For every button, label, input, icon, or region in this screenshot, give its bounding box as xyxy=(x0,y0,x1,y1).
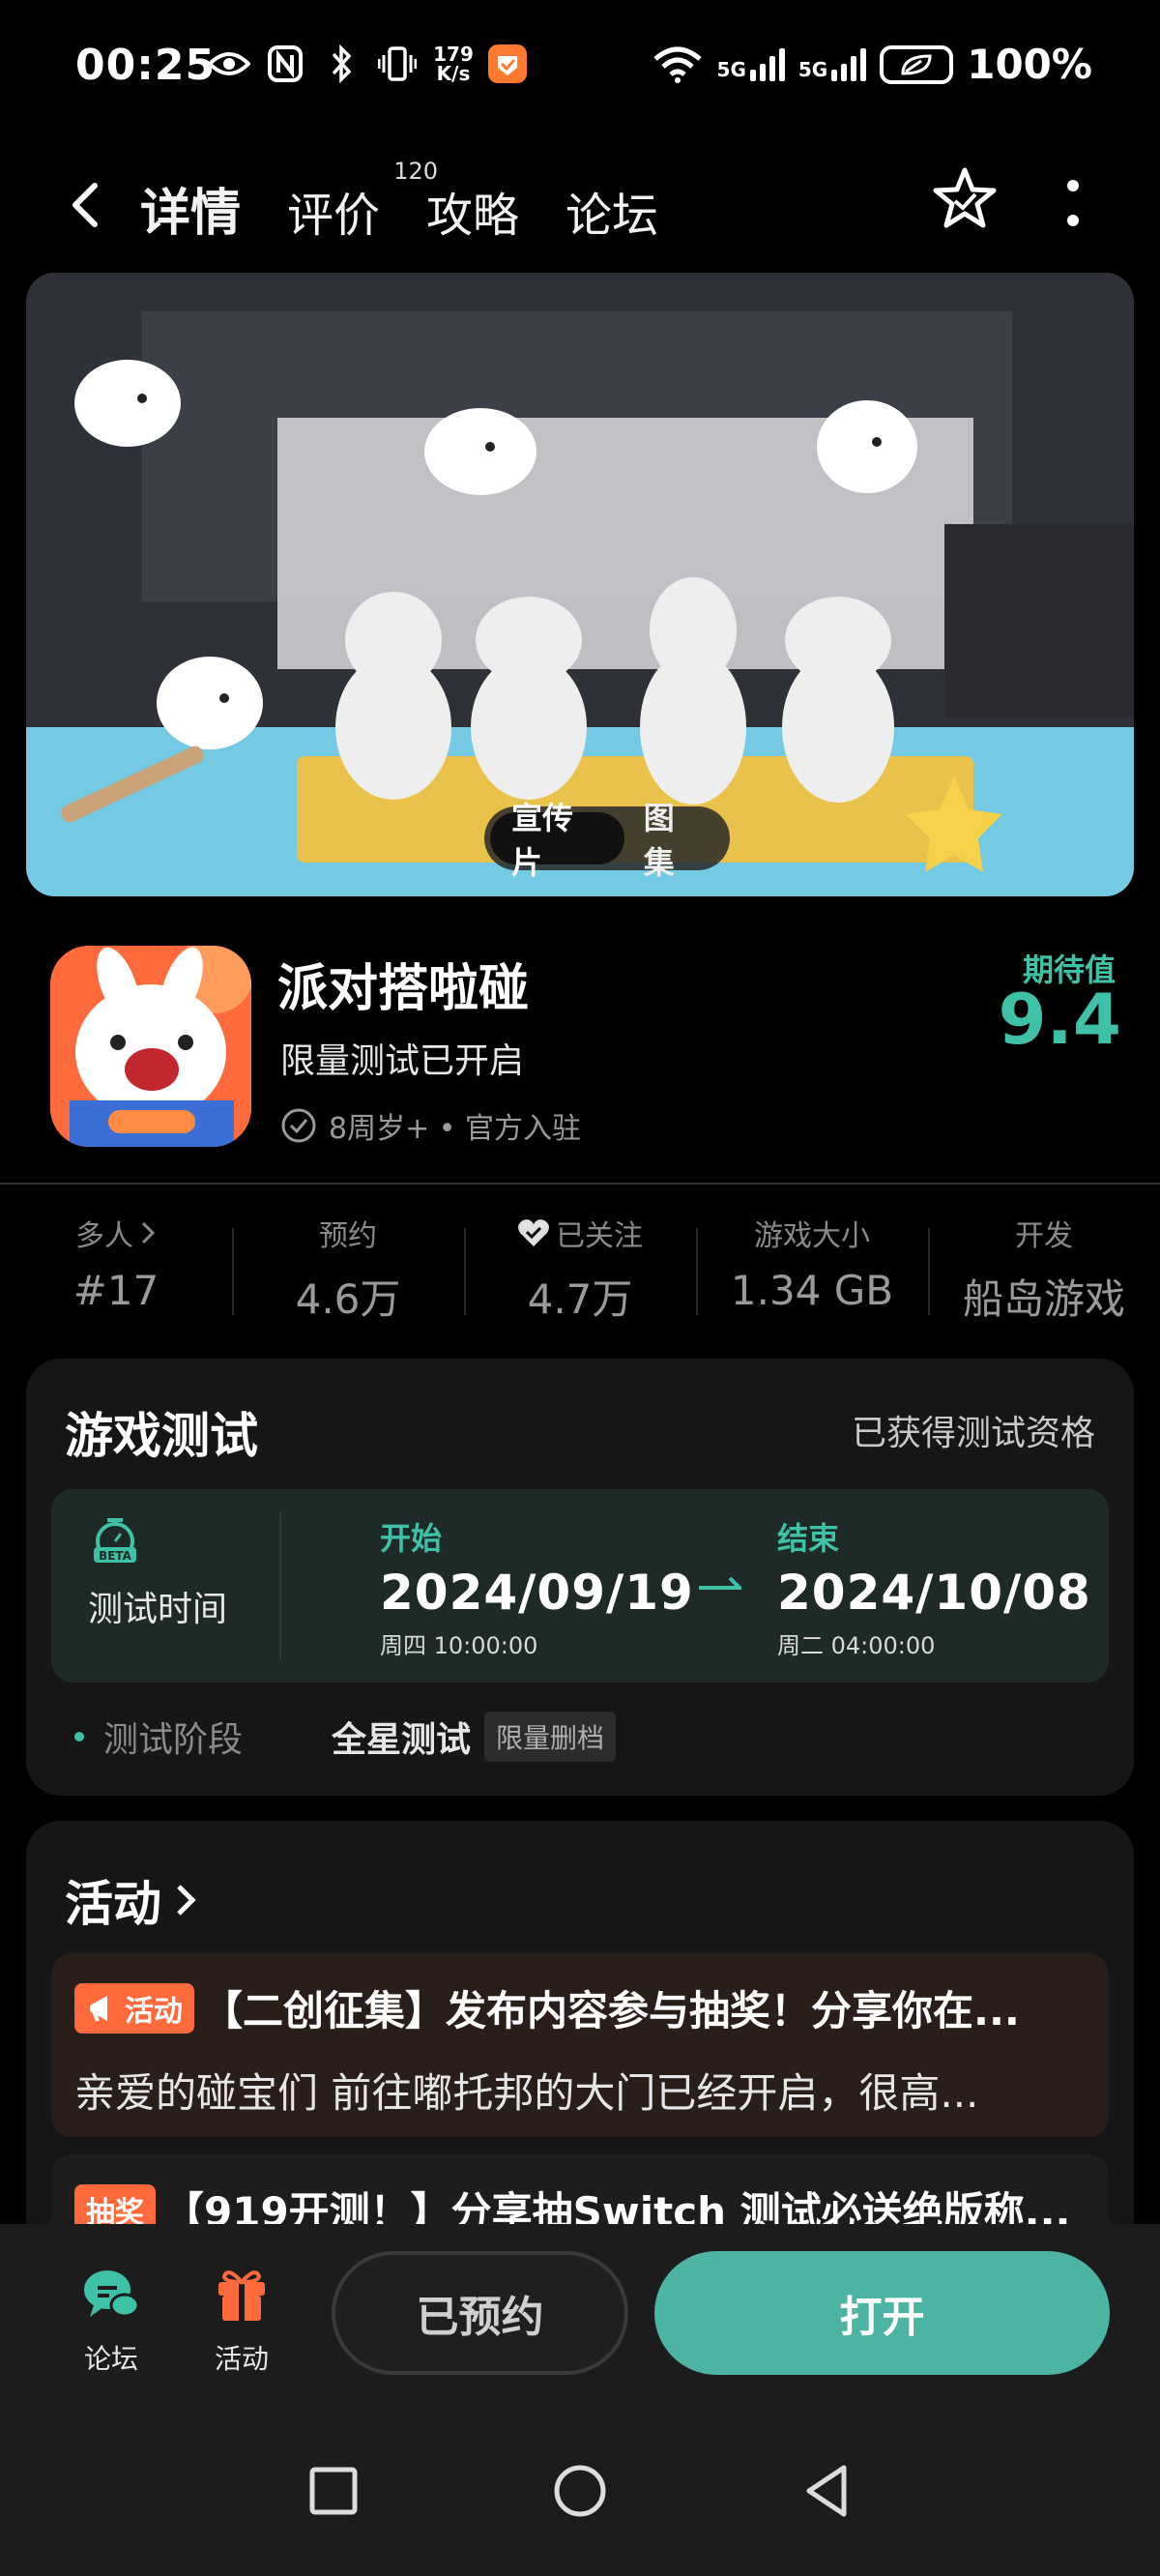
stat-reservations: 预约 4.6万 xyxy=(232,1209,464,1325)
stat-label: 已关注 xyxy=(556,1219,643,1253)
vibrate-icon xyxy=(376,44,419,83)
stat-label: 多人 xyxy=(75,1219,133,1253)
status-icons-right: 5G 5G 100% xyxy=(652,41,1092,88)
verified-check-icon xyxy=(281,1108,316,1143)
game-meta: 8周岁+ • 官方入驻 xyxy=(280,1104,581,1147)
bluetooth-icon xyxy=(320,44,362,83)
end-date: 2024/10/08 xyxy=(777,1565,1091,1621)
age-and-official: 8周岁+ • 官方入驻 xyxy=(329,1112,581,1146)
chevron-right-icon xyxy=(141,1221,156,1244)
start-date: 2024/09/19 xyxy=(380,1565,694,1621)
stat-size: 游戏大小 1.34 GB xyxy=(696,1209,928,1325)
gift-icon xyxy=(218,2270,265,2321)
game-test-card: 游戏测试 已获得测试资格 BETA 测试时间 开始 2024/09/19 周四 … xyxy=(26,1359,1134,1796)
stat-developer[interactable]: 开发 船岛游戏 xyxy=(928,1209,1160,1325)
stage-value: 全星测试 xyxy=(332,1720,472,1760)
status-time: 00:25 xyxy=(75,41,217,90)
stat-value: 船岛游戏 xyxy=(962,1275,1125,1323)
cell-signal-2-icon: 5G xyxy=(798,47,867,81)
activity-desc: 亲爱的碰宝们 前往嘟托邦的大门已经开启，很高... xyxy=(74,2069,979,2117)
test-qualification-status: 已获得测试资格 xyxy=(851,1414,1095,1453)
forum-label: 论坛 xyxy=(83,2343,138,2375)
home-circle-icon[interactable] xyxy=(551,2462,609,2520)
game-app-icon xyxy=(50,946,251,1147)
start-time: 周四 10:00:00 xyxy=(380,1632,538,1659)
arrow-right-icon xyxy=(699,1576,741,1590)
stage-tag: 限量删档 xyxy=(484,1712,617,1762)
nfc-icon xyxy=(264,44,306,83)
favorite-star-icon[interactable] xyxy=(930,164,1000,234)
activity-tag: 活动 xyxy=(74,1982,194,2034)
stat-value: 1.34 GB xyxy=(730,1267,894,1314)
megaphone-icon xyxy=(90,1995,107,2022)
test-time-box: BETA 测试时间 开始 2024/09/19 周四 10:00:00 结束 2… xyxy=(51,1489,1109,1683)
reserved-button[interactable]: 已预约 xyxy=(332,2251,628,2375)
stat-value: 4.7万 xyxy=(527,1275,633,1323)
stat-multiplayer[interactable]: 多人 #17 xyxy=(0,1209,232,1325)
divider xyxy=(0,1183,1160,1185)
start-label: 开始 xyxy=(380,1520,443,1557)
activity-title: 【二创征集】发布内容参与抽奖！分享你在... xyxy=(202,1987,1020,2034)
eye-icon xyxy=(208,44,250,83)
expectation-score: 9.4 xyxy=(998,979,1121,1060)
end-label: 结束 xyxy=(777,1520,840,1557)
tab-details[interactable]: 详情 xyxy=(140,172,242,245)
chevron-right-icon xyxy=(177,1885,196,1916)
promo-video-tab[interactable]: 宣传片 xyxy=(490,800,624,881)
stats-row: 多人 #17 预约 4.6万 已关注 4.7万 游戏大小 1.34 GB 开发 … xyxy=(0,1209,1160,1325)
media-banner[interactable]: 宣传片 图集 xyxy=(26,273,1134,896)
cell-signal-1-icon: 5G xyxy=(717,47,785,81)
activity-item[interactable]: 活动 【二创征集】发布内容参与抽奖！分享你在... 亲爱的碰宝们 前往嘟托邦的大… xyxy=(51,1953,1109,2137)
tab-guides[interactable]: 攻略 xyxy=(426,177,519,245)
activity-label: 活动 xyxy=(214,2343,269,2375)
stat-label: 开发 xyxy=(1015,1219,1073,1253)
game-title: 派对搭啦碰 xyxy=(277,960,530,1018)
test-card-title: 游戏测试 xyxy=(65,1408,258,1464)
media-switch: 宣传片 图集 xyxy=(484,800,730,881)
test-time-label: 测试时间 xyxy=(88,1590,228,1629)
open-button[interactable]: 打开 xyxy=(654,2251,1110,2375)
status-bar: 00:25 179 K/s 5G 5G 100% xyxy=(0,0,1160,145)
activity-button[interactable]: 活动 xyxy=(198,2263,285,2377)
gallery-tab[interactable]: 图集 xyxy=(624,800,724,881)
heart-check-icon xyxy=(518,1219,549,1246)
activities-title: 活动 xyxy=(65,1876,161,1932)
wifi-icon xyxy=(652,46,702,83)
activities-header[interactable]: 活动 xyxy=(65,1865,200,1935)
stat-label: 预约 xyxy=(319,1219,377,1253)
stat-label: 游戏大小 xyxy=(754,1219,870,1253)
test-end: 结束 2024/10/08 周二 04:00:00 xyxy=(777,1514,1091,1660)
app-notification-icon xyxy=(488,44,527,83)
tab-forum[interactable]: 论坛 xyxy=(566,177,658,245)
back-triangle-icon[interactable] xyxy=(798,2462,856,2520)
battery-percent: 100% xyxy=(967,41,1092,88)
bottom-action-bar: 论坛 活动 已预约 打开 xyxy=(0,2224,1160,2408)
recents-square-icon[interactable] xyxy=(304,2462,362,2520)
system-nav-bar xyxy=(0,2408,1160,2576)
stat-value: 4.6万 xyxy=(295,1275,401,1323)
chat-bubble-icon xyxy=(84,2270,140,2318)
stage-dot xyxy=(74,1732,84,1742)
tab-reviews[interactable]: 评价 120 xyxy=(287,158,438,245)
stat-followed[interactable]: 已关注 4.7万 xyxy=(464,1209,696,1325)
top-nav: 详情 评价 120 攻略 论坛 xyxy=(0,155,1160,280)
beta-timer-icon: BETA xyxy=(94,1518,136,1563)
battery-icon xyxy=(880,44,954,84)
more-options-icon[interactable] xyxy=(1058,174,1088,232)
back-arrow-icon[interactable] xyxy=(58,176,116,234)
test-start: 开始 2024/09/19 周四 10:00:00 xyxy=(380,1514,694,1660)
net-speed: 179 K/s xyxy=(433,43,474,85)
forum-button[interactable]: 论坛 xyxy=(68,2263,155,2377)
time-box-separator xyxy=(279,1513,281,1658)
stat-value: #17 xyxy=(72,1267,160,1314)
svg-text:BETA: BETA xyxy=(99,1549,132,1563)
tab-bar: 详情 评价 120 攻略 论坛 xyxy=(140,158,705,245)
status-icons-left: 179 K/s xyxy=(208,44,527,83)
game-subtitle: 限量测试已开启 xyxy=(280,1041,525,1081)
stage-label: 测试阶段 xyxy=(103,1720,244,1760)
end-time: 周二 04:00:00 xyxy=(777,1632,936,1659)
test-stage-row: 测试阶段 全星测试 限量删档 xyxy=(74,1712,617,1762)
